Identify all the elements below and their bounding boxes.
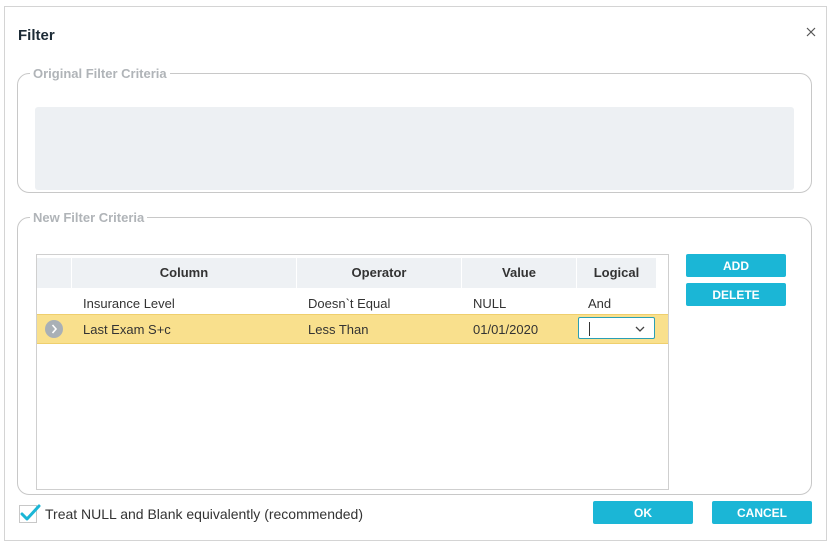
cancel-button[interactable]: CANCEL [712,501,812,524]
delete-button[interactable]: DELETE [686,283,786,306]
cell-column[interactable]: Insurance Level [83,291,175,316]
grid-header: Column Operator Value Logical [37,258,657,288]
cell-column[interactable]: Last Exam S+c [83,317,171,342]
treat-null-label: Treat NULL and Blank equivalently (recom… [45,506,364,522]
new-filter-criteria: New Filter Criteria Column Operator Valu… [17,210,812,495]
original-criteria-text [35,107,794,190]
header-indicator-cell [37,258,72,288]
ok-button[interactable]: OK [593,501,693,524]
header-operator[interactable]: Operator [297,258,462,288]
original-filter-legend: Original Filter Criteria [33,66,167,81]
table-row[interactable]: Insurance Level Doesn`t Equal NULL And [37,291,668,316]
header-column[interactable]: Column [72,258,297,288]
add-button[interactable]: ADD [686,254,786,277]
text-caret [589,322,590,336]
original-filter-criteria: Original Filter Criteria [17,66,812,193]
close-icon[interactable] [804,25,818,39]
cell-operator[interactable]: Doesn`t Equal [308,291,390,316]
cell-operator[interactable]: Less Than [308,317,368,342]
treat-null-checkbox[interactable] [19,504,41,523]
checkmark-icon [20,504,41,521]
dialog-title: Filter [18,27,55,44]
chevron-down-icon [635,326,645,332]
cell-value[interactable]: NULL [473,291,506,316]
logical-select[interactable] [578,317,655,339]
new-filter-legend: New Filter Criteria [33,210,145,225]
chevron-right-icon [45,320,63,338]
filter-dialog: Filter Original Filter Criteria New Filt… [4,6,827,541]
cell-value[interactable]: 01/01/2020 [473,317,538,342]
cell-logical[interactable]: And [588,291,611,316]
criteria-grid: Column Operator Value Logical Insurance … [36,254,669,490]
header-logical[interactable]: Logical [577,258,657,288]
header-value[interactable]: Value [462,258,577,288]
table-row-selected[interactable]: Last Exam S+c Less Than 01/01/2020 [37,314,668,344]
